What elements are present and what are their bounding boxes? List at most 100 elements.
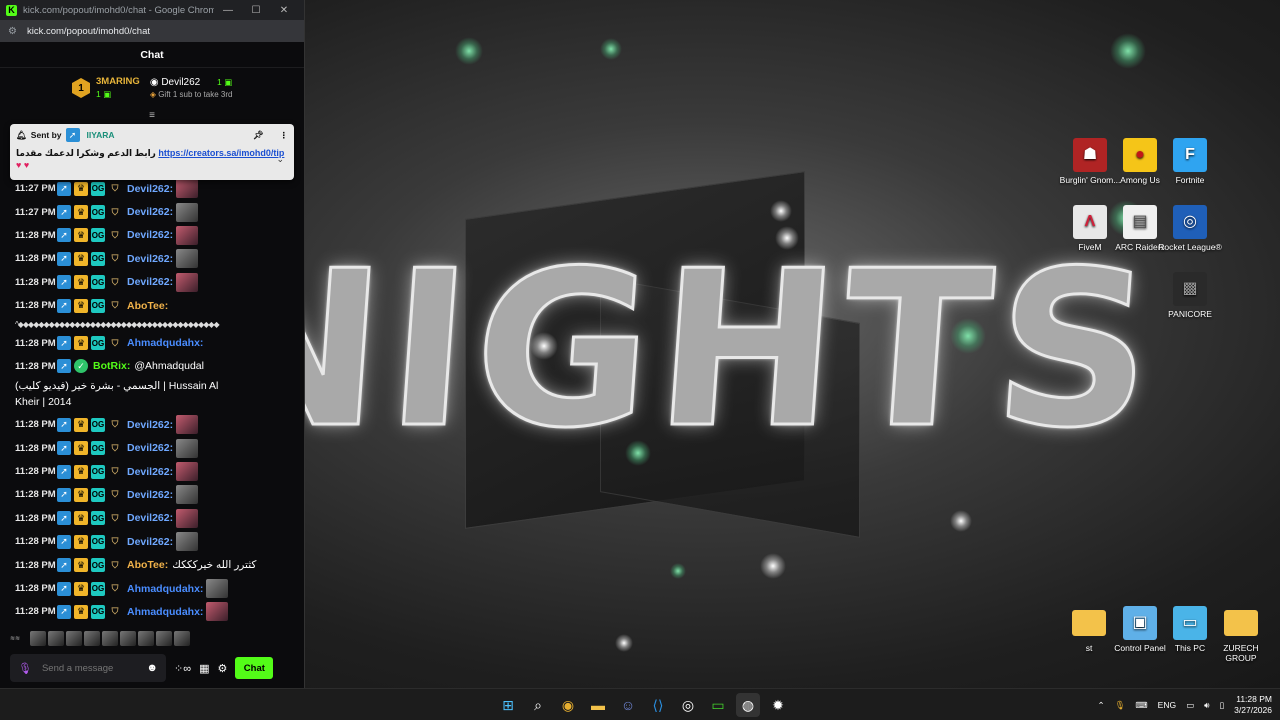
address-bar[interactable]: ⚙ kick.com/popout/imohd0/chat — [0, 20, 304, 42]
message-emote[interactable] — [206, 602, 229, 622]
pinned-link[interactable]: https://creators.sa/imohd0/tip — [158, 148, 284, 158]
pinned-text: رابط الدعم وشكرا لدعمك مقدما https://cre… — [16, 148, 285, 158]
maximize-icon[interactable]: ☐ — [242, 5, 270, 16]
message-emote[interactable] — [176, 415, 199, 435]
subscriber-badge-icon: ⛉ — [111, 442, 119, 453]
emote[interactable] — [120, 630, 136, 646]
network-icon[interactable]: ▭ — [1186, 700, 1194, 711]
chevron-down-icon[interactable]: ⌄ — [276, 154, 284, 165]
message-username[interactable]: Devil262: — [127, 536, 173, 548]
subscriber-badge-icon: ⛉ — [111, 276, 119, 287]
pinned-message[interactable]: 🔔︎ Sent by ➚ IIYARA 📌︎ ⋮ رابط الدعم وشكر… — [10, 124, 294, 180]
battery-icon[interactable]: ▯ — [1219, 700, 1224, 711]
message-username[interactable]: Devil262: — [127, 489, 173, 501]
subscriber-badge-icon: ⛉ — [111, 466, 119, 477]
leaderboard-second-name[interactable]: ◉ Devil262 1 ▣ — [150, 77, 233, 88]
desktop-icon-panicore[interactable]: ▩ PANICORE — [1158, 272, 1222, 319]
message-username[interactable]: Ahmadqudahx: — [127, 606, 203, 618]
glow-orb — [760, 553, 786, 579]
message-username[interactable]: AboTee: — [127, 559, 168, 571]
emoji-icon[interactable]: ☻ — [146, 662, 158, 674]
message-emote[interactable] — [176, 532, 199, 552]
clock[interactable]: 11:28 PM 3/27/2026 — [1234, 694, 1272, 716]
recording-app-icon[interactable]: ◍ — [736, 693, 760, 717]
emote[interactable] — [48, 630, 64, 646]
message-emote[interactable] — [176, 202, 199, 222]
chrome-icon[interactable]: ◉ — [556, 693, 580, 717]
message-emote[interactable] — [206, 579, 229, 599]
emote[interactable] — [174, 630, 190, 646]
subscriber-badge-icon: ⛉ — [111, 253, 119, 264]
settings-icon[interactable]: ⚙ — [217, 662, 227, 675]
message-username[interactable]: AboTee: — [127, 300, 168, 312]
message-emote[interactable] — [176, 508, 199, 528]
language-indicator[interactable]: ENG — [1158, 700, 1176, 710]
message-username[interactable]: Ahmadqudahx: — [127, 337, 203, 349]
og-badge-icon: OG — [91, 417, 105, 432]
keyboard-icon[interactable]: ⌨ — [1135, 700, 1147, 711]
vip-badge-icon: ➚ — [57, 205, 71, 220]
message-username[interactable]: BotRix: — [93, 360, 130, 372]
desktop-icon-folder-zurech[interactable]: ZURECH GROUP — [1209, 606, 1273, 663]
microphone-icon[interactable]: 🎙︎ — [18, 662, 32, 675]
vscode-icon[interactable]: ⟨⟩ — [646, 693, 670, 717]
start-icon[interactable]: ⊞ — [496, 693, 520, 717]
more-options-icon[interactable]: ⋮ — [280, 130, 289, 141]
crown-badge-icon: ♛ — [74, 558, 88, 573]
message-username[interactable]: Devil262: — [127, 466, 173, 478]
emote[interactable] — [138, 630, 154, 646]
show-hidden-icons-icon[interactable]: ⌃ — [1097, 700, 1104, 711]
emote[interactable] — [156, 630, 172, 646]
message-emote[interactable] — [176, 485, 199, 505]
close-icon[interactable]: ✕ — [270, 5, 298, 16]
message-emote[interactable] — [176, 249, 199, 269]
steelseries-icon[interactable]: ✹ — [766, 693, 790, 717]
desktop-icon-fortnite[interactable]: F Fortnite — [1158, 138, 1222, 185]
emote[interactable] — [102, 630, 118, 646]
crown-badge-icon: ♛ — [74, 336, 88, 351]
minimize-icon[interactable]: — — [214, 5, 242, 16]
points-icon[interactable]: ⁘∞ — [174, 662, 191, 675]
message-username[interactable]: Ahmadqudahx: — [127, 583, 203, 595]
emote[interactable] — [30, 630, 46, 646]
leaderboard-first-name[interactable]: 3MARING — [96, 76, 140, 87]
message-input[interactable] — [41, 662, 137, 674]
og-badge-icon: OG — [91, 441, 105, 456]
razer-icon[interactable]: ▭ — [706, 693, 730, 717]
emote[interactable] — [84, 630, 100, 646]
message-username[interactable]: Devil262: — [127, 253, 173, 265]
discord-icon[interactable]: ☺ — [616, 693, 640, 717]
crown-badge-icon: ♛ — [74, 441, 88, 456]
pinned-author[interactable]: IIYARA — [87, 130, 115, 140]
send-chat-button[interactable]: Chat — [235, 657, 274, 679]
message-emote[interactable] — [176, 272, 199, 292]
emote[interactable] — [66, 630, 82, 646]
obs-icon[interactable]: ◎ — [676, 693, 700, 717]
message-input-box[interactable]: 🎙︎ ☻ — [10, 654, 166, 682]
message-time: 11:28 PM — [15, 253, 56, 265]
message-username[interactable]: Devil262: — [127, 183, 173, 195]
desktop-icon-rocket-league[interactable]: ◎ Rocket League® — [1158, 205, 1222, 252]
message-username[interactable]: Devil262: — [127, 419, 173, 431]
message-username[interactable]: Devil262: — [127, 442, 173, 454]
pin-icon[interactable]: 📌︎ — [253, 130, 264, 141]
message-time: 11:28 PM — [15, 300, 56, 312]
message-emote[interactable] — [176, 438, 199, 458]
og-badge-icon: OG — [91, 487, 105, 502]
message-username[interactable]: Devil262: — [127, 229, 173, 241]
file-explorer-icon[interactable]: ▬ — [586, 693, 610, 717]
message-emote[interactable] — [176, 462, 199, 482]
microphone-tray-icon[interactable]: 🎙︎ — [1115, 700, 1126, 711]
message-emote[interactable] — [176, 179, 199, 199]
verified-icon: ✓ — [74, 359, 88, 374]
store-icon[interactable]: ▦ — [199, 662, 209, 675]
message-username[interactable]: Devil262: — [127, 206, 173, 218]
volume-icon[interactable]: 🔊︎ — [1204, 700, 1209, 711]
chat-filter-icon[interactable]: ≡ — [0, 108, 304, 124]
search-icon[interactable]: ⌕ — [526, 693, 550, 717]
message-username[interactable]: Devil262: — [127, 276, 173, 288]
message-emote[interactable] — [176, 225, 199, 245]
chat-header: Chat — [0, 42, 304, 68]
message-username[interactable]: Devil262: — [127, 512, 173, 524]
site-settings-icon[interactable]: ⚙ — [8, 26, 17, 37]
